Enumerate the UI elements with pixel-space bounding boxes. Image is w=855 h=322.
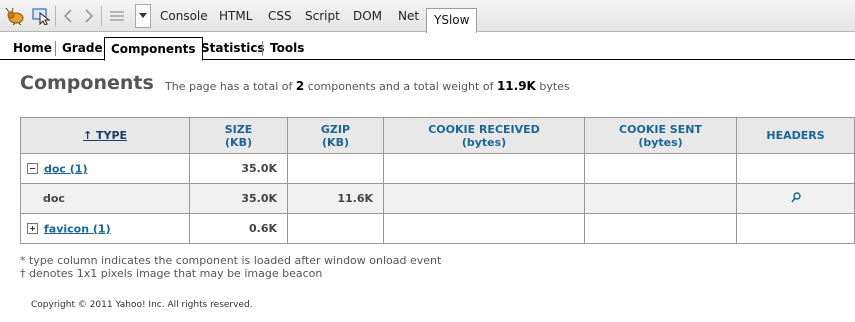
- table-row: doc 35.0K 11.6K: [20, 183, 855, 214]
- col-header-cookie-sent[interactable]: COOKIE SENT (bytes): [584, 117, 737, 154]
- yslow-nav: Home Grade Components Statistics Tools: [0, 37, 855, 61]
- inspect-element-icon[interactable]: [30, 5, 52, 27]
- col-header-type[interactable]: ↑ TYPE: [20, 117, 190, 154]
- table-notes: * type column indicates the component is…: [20, 254, 441, 280]
- type-cell: favicon (1): [20, 213, 190, 244]
- cookie-sent-cell: [584, 213, 737, 244]
- gzip-cell: 11.6K: [287, 183, 384, 214]
- yslow-tab-grade[interactable]: Grade: [62, 41, 103, 55]
- yslow-tab-tools[interactable]: Tools: [270, 41, 304, 55]
- cookie-sent-cell: [584, 153, 737, 184]
- headers-cell: [736, 213, 855, 244]
- firebug-toolbar: Console HTML CSS Script DOM Net YSlow: [0, 0, 855, 33]
- components-summary: The page has a total of 2 components and…: [165, 79, 570, 93]
- tab-css[interactable]: CSS: [268, 9, 292, 23]
- tab-dom[interactable]: DOM: [353, 9, 382, 23]
- chevron-down-icon[interactable]: [135, 4, 151, 28]
- type-cell: doc (1): [20, 153, 190, 184]
- summary-middle: components and a total weight of: [307, 80, 494, 93]
- magnifier-icon[interactable]: [790, 191, 801, 203]
- components-table: ↑ TYPE SIZE (KB) GZIP (KB) COOKIE RECEIVED…: [20, 117, 855, 244]
- table-row: favicon (1) 0.6K: [20, 213, 855, 244]
- component-count: 2: [295, 79, 305, 93]
- size-cell: 0.6K: [189, 213, 288, 244]
- col-header-gzip[interactable]: GZIP (KB): [287, 117, 384, 154]
- headers-cell: [736, 183, 855, 214]
- summary-suffix: bytes: [539, 80, 570, 93]
- tab-html[interactable]: HTML: [219, 9, 252, 23]
- copyright: Copyright © 2011 Yahoo! Inc. All rights …: [31, 300, 253, 310]
- firebug-bug-icon[interactable]: [4, 5, 28, 27]
- note-onload: * type column indicates the component is…: [20, 254, 442, 267]
- yslow-tab-home[interactable]: Home: [13, 41, 52, 55]
- col-header-cookie-received[interactable]: COOKIE RECEIVED (bytes): [383, 117, 585, 154]
- size-cell: 35.0K: [189, 183, 288, 214]
- type-cell: doc: [20, 183, 190, 214]
- yslow-tab-components[interactable]: Components: [104, 37, 203, 61]
- cookie-received-cell: [383, 213, 585, 244]
- table-header-row: ↑ TYPE SIZE (KB) GZIP (KB) COOKIE RECEIVED…: [20, 117, 855, 154]
- cookie-received-cell: [383, 153, 585, 184]
- gzip-cell: [287, 153, 384, 184]
- menu-lines-icon[interactable]: [106, 5, 128, 27]
- col-header-size[interactable]: SIZE (KB): [189, 117, 288, 154]
- page-title: Components: [20, 72, 154, 94]
- total-weight: 11.9K: [496, 79, 536, 93]
- yslow-tab-statistics[interactable]: Statistics: [201, 41, 265, 55]
- table-row: doc (1) 35.0K: [20, 153, 855, 184]
- note-beacon: † denotes 1x1 pixels image that may be i…: [20, 267, 323, 280]
- tab-net[interactable]: Net: [398, 9, 419, 23]
- group-link-favicon[interactable]: favicon (1): [44, 222, 111, 235]
- tab-console[interactable]: Console: [160, 9, 208, 23]
- tab-yslow[interactable]: YSlow: [426, 8, 478, 33]
- forward-arrow-icon[interactable]: [80, 5, 98, 27]
- col-header-headers[interactable]: HEADERS: [736, 117, 855, 154]
- headers-cell: [736, 153, 855, 184]
- cookie-sent-cell: [584, 183, 737, 214]
- cookie-received-cell: [383, 183, 585, 214]
- group-link-doc[interactable]: doc (1): [44, 162, 88, 175]
- gzip-cell: [287, 213, 384, 244]
- expand-icon[interactable]: [27, 223, 38, 235]
- back-arrow-icon[interactable]: [59, 5, 77, 27]
- summary-prefix: The page has a total of: [165, 80, 293, 93]
- collapse-icon[interactable]: [27, 163, 38, 175]
- tab-script[interactable]: Script: [305, 9, 340, 23]
- size-cell: 35.0K: [189, 153, 288, 184]
